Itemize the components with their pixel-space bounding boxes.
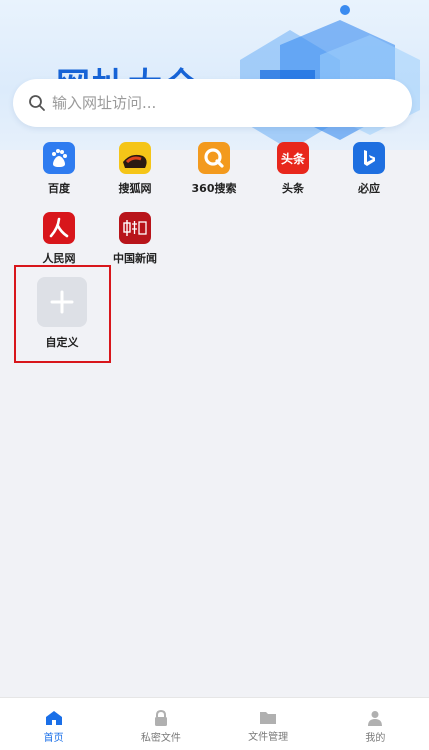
plus-icon xyxy=(37,277,87,327)
custom-label: 自定义 xyxy=(45,336,79,349)
folder-icon xyxy=(260,712,277,724)
add-custom-button[interactable]: 自定义 xyxy=(37,277,87,352)
bing-icon xyxy=(353,142,385,174)
user-icon xyxy=(368,711,383,726)
shortcut-label: 必应 xyxy=(358,182,380,195)
shortcut-chinanews[interactable]: 中国新闻 xyxy=(105,212,165,282)
nav-private-files[interactable]: 私密文件 xyxy=(107,698,214,750)
sohu-icon xyxy=(119,142,151,174)
url-input[interactable] xyxy=(52,94,392,112)
shortcut-360[interactable]: 360搜索 xyxy=(184,142,244,212)
lock-icon xyxy=(154,710,167,726)
home-icon xyxy=(45,711,62,725)
toutiao-icon: 头条 xyxy=(277,142,309,174)
people-daily-icon xyxy=(43,212,75,244)
baidu-icon xyxy=(43,142,75,174)
nav-file-manager[interactable]: 文件管理 xyxy=(215,698,322,750)
bottom-nav: 首页 私密文件 文件管理 我的 xyxy=(0,697,429,750)
nav-label: 我的 xyxy=(365,733,386,744)
nav-label: 文件管理 xyxy=(248,732,289,743)
banner-illustration xyxy=(240,5,420,150)
droplet-shape xyxy=(340,5,350,15)
shortcut-label: 搜狐网 xyxy=(118,182,152,195)
shortcut-toutiao[interactable]: 头条 头条 xyxy=(263,142,323,212)
search-icon xyxy=(29,95,45,111)
shortcut-label: 360搜索 xyxy=(191,182,237,195)
header-banner: 网址大全 xyxy=(0,0,429,150)
shortcut-label: 中国新闻 xyxy=(113,252,157,265)
chinanews-icon xyxy=(119,212,151,244)
shortcut-label: 百度 xyxy=(48,182,70,195)
shortcut-baidu[interactable]: 百度 xyxy=(29,142,89,212)
shortcut-bing[interactable]: 必应 xyxy=(339,142,399,212)
nav-label: 首页 xyxy=(43,733,64,744)
nav-home[interactable]: 首页 xyxy=(0,698,107,750)
shortcut-sohu[interactable]: 搜狐网 xyxy=(105,142,165,212)
nav-label: 私密文件 xyxy=(140,733,181,744)
360-search-icon xyxy=(198,142,230,174)
search-bar[interactable] xyxy=(13,79,412,127)
nav-mine[interactable]: 我的 xyxy=(322,698,429,750)
shortcut-label: 人民网 xyxy=(42,252,76,265)
shortcut-label: 头条 xyxy=(282,182,304,195)
